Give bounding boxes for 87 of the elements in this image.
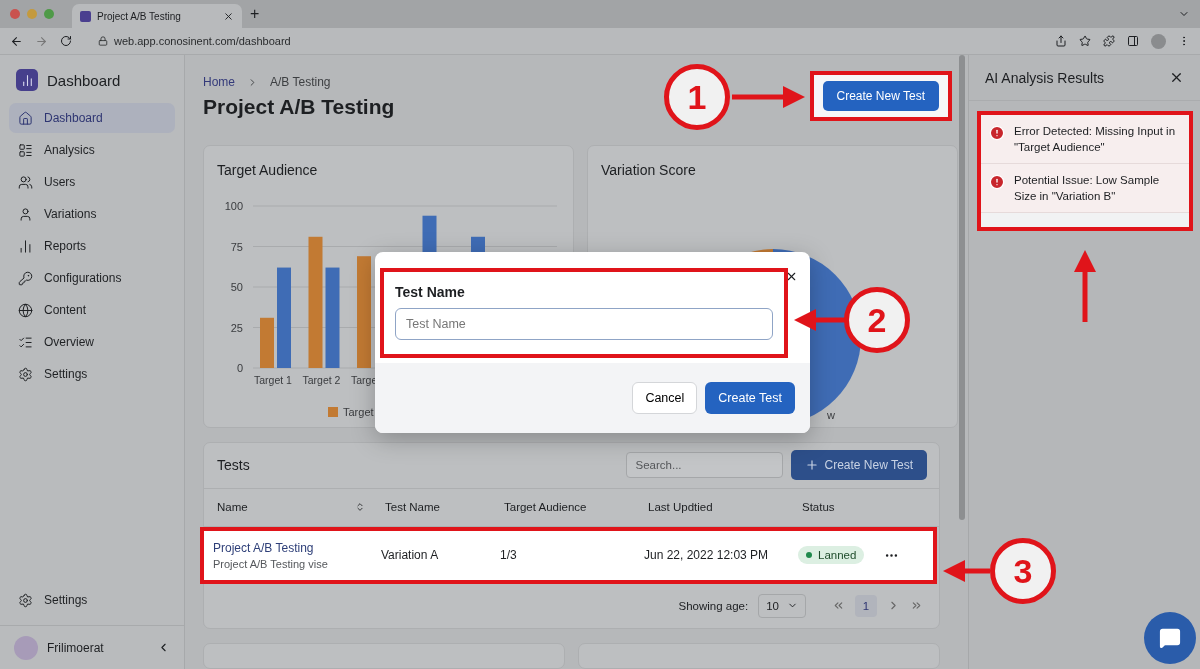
nav-item[interactable]: Settings [9,359,175,389]
user-icon [18,206,33,222]
project-subtitle: Project A/B Testing vise [213,557,329,570]
nav-item[interactable]: Content [9,295,175,325]
nav-item[interactable]: Settings [9,585,175,615]
page-size-select[interactable]: 10 [758,593,806,618]
star-icon[interactable] [1079,35,1091,47]
nav-item[interactable]: Variations [9,199,175,229]
globe-icon [18,302,33,318]
settings-icon [18,592,33,608]
new-tab-button[interactable]: + [250,5,260,23]
nav-item[interactable]: Reports [9,231,175,261]
callout-arrow [794,309,845,331]
legend-swatch [328,406,338,417]
callout-arrow [1074,250,1096,322]
share-icon[interactable] [1055,35,1067,47]
nav-item[interactable]: Overview [9,327,175,357]
bar-chart-icon [18,238,33,254]
address-field[interactable]: web.app.conosinent.com/dashboard [84,30,1043,52]
chart-bar [260,317,274,368]
status-badge: Lanned [798,546,865,565]
breadcrumb-item: A/B Testing [270,75,331,89]
table-row[interactable]: Project A/B Testing Project A/B Testing vise Variation A 1/3 Jun 22, 2022 12:03 PM Lanned [200,526,937,584]
home-icon [18,110,33,126]
search-field[interactable]: Search... [625,452,783,479]
checklist-icon [18,334,33,350]
axis-label: Target 1 [254,373,292,386]
scrollbar[interactable] [958,55,965,520]
card-title: Target Audience [217,161,319,178]
sort-icon[interactable] [355,502,365,513]
card-title: Variation Score [601,161,697,178]
field-label: Test Name [395,284,466,300]
create-test-button[interactable]: Create New Test [790,450,927,481]
table-cell-text: Variation A [381,548,440,563]
settings-icon [18,366,33,382]
create-test-button[interactable]: Create New Test [822,81,939,111]
column-header: Last Updtied [648,501,714,514]
page-size-label: Showing age: [678,599,749,612]
browser-tab[interactable]: Project A/B Testing [72,4,242,28]
column-header: Status [802,501,836,514]
result-text: Potential Issue: Low Sample Size in "Variation B" [1014,173,1161,204]
test-name-field[interactable]: Test Name [395,308,773,340]
close-icon[interactable] [1169,70,1184,85]
cancel-button[interactable]: Cancel [632,382,698,414]
lock-icon [98,36,108,46]
axis-label: 0 [236,361,243,374]
column-header: Test Name [385,501,441,514]
chat-icon [1159,627,1181,649]
axis-label: 75 [230,240,243,253]
page-title: Project A/B Testing [203,95,395,119]
axis-label: 100 [224,199,243,212]
puzzle-icon[interactable] [1103,35,1115,47]
create-test-button[interactable]: Create Test [705,382,795,414]
key-icon [18,270,33,286]
nav-item[interactable]: Configurations [9,263,175,293]
nav-item[interactable]: Users [9,167,175,197]
breadcrumb-item[interactable]: Home [203,75,235,89]
axis-label: Target 2 [302,373,341,386]
plus-icon [804,458,819,473]
column-header: Target Audience [504,501,588,514]
legend-label: Target [343,405,374,418]
list-icon [18,142,33,158]
panel-title: AI Analysis Results [985,69,1105,86]
nav-item[interactable]: Analysics [9,135,175,165]
alert-icon [989,174,1005,190]
reload-icon[interactable] [60,35,72,47]
users-icon [18,174,33,190]
page-button[interactable]: 1 [855,594,877,617]
nav-item[interactable]: Dashboard [9,103,175,133]
sidebar-icon[interactable] [1127,35,1139,47]
close-icon [223,10,234,22]
axis-label: 50 [230,280,243,293]
axis-label: 25 [230,321,243,334]
alert-icon [989,125,1005,141]
section-title: Tests [217,457,251,474]
callout-arrow [943,560,990,582]
step-number: 1 [664,64,730,130]
favicon-icon [80,10,91,22]
table-cell-text: 1/3 [500,548,518,563]
legend-label: w [827,408,835,421]
column-header[interactable]: Name [217,501,248,514]
table-cell-text: Jun 22, 2022 12:03 PM [644,548,770,563]
back-icon[interactable] [10,34,23,48]
result-text: Error Detected: Missing Input in "Target Audience" [1014,124,1177,155]
project-link[interactable]: Project A/B Testing [213,540,381,555]
user-name: Frilimoerat [47,640,105,655]
app-title: Dashboard [47,71,121,89]
